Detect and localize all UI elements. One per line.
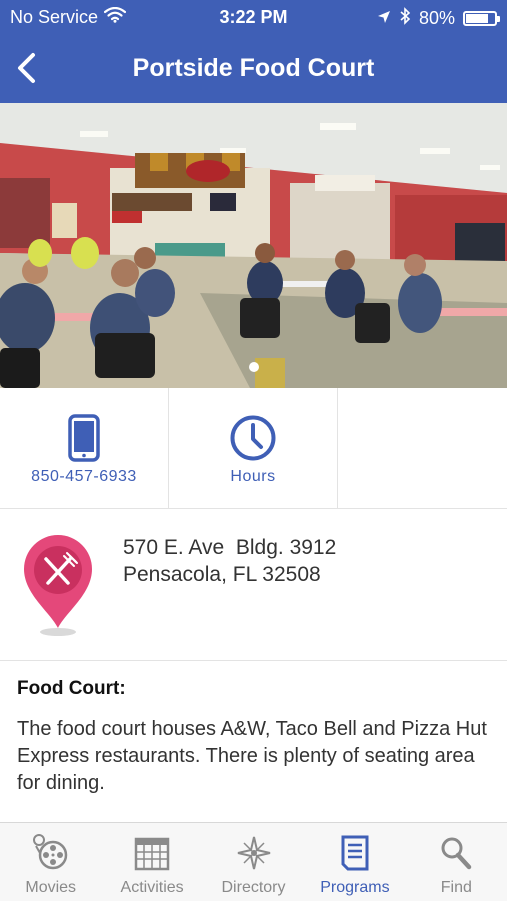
hours-label: Hours <box>230 468 276 485</box>
nav-bar: Portside Food Court <box>0 36 507 103</box>
document-icon <box>304 833 405 873</box>
tab-bar: Movies Activities Directory Programs Fin… <box>0 822 507 901</box>
chevron-left-icon <box>18 53 35 83</box>
address-line2: Pensacola, FL 32508 <box>123 563 321 586</box>
film-reel-icon <box>0 833 101 873</box>
bluetooth-icon <box>399 7 411 30</box>
compass-icon <box>203 833 304 873</box>
address-text: 570 E. Ave Bldg. 3912 Pensacola, FL 3250… <box>123 534 336 588</box>
food-court-photo <box>0 103 507 388</box>
header: No Service 3:22 PM 80% Portside Food Cou… <box>0 0 507 103</box>
call-button[interactable]: 850-457-6933 <box>0 388 169 508</box>
tab-programs-label: Programs <box>320 879 390 896</box>
map-pin-fork-knife-icon <box>20 532 96 647</box>
address-section[interactable]: 570 E. Ave Bldg. 3912 Pensacola, FL 3250… <box>0 508 507 661</box>
address-line1: 570 E. Ave Bldg. 3912 <box>123 536 337 559</box>
calendar-icon <box>101 833 202 873</box>
tab-movies-label: Movies <box>25 879 77 896</box>
description-body: The food court houses A&W, Taco Bell and… <box>17 718 487 794</box>
status-bar: No Service 3:22 PM 80% <box>0 0 507 36</box>
battery-percent: 80% <box>418 8 455 28</box>
hours-button[interactable]: Hours <box>169 388 338 508</box>
empty-action-slot <box>338 388 507 508</box>
back-button[interactable] <box>8 48 48 88</box>
tab-find-label: Find <box>440 879 472 896</box>
phone-number-label: 850-457-6933 <box>31 468 137 485</box>
tab-directory-label: Directory <box>221 879 286 896</box>
description-title: Food Court: <box>17 678 126 699</box>
location-icon <box>377 8 391 29</box>
battery-fill <box>466 14 489 23</box>
page-indicator-dot <box>249 362 259 372</box>
action-row: 850-457-6933 Hours <box>0 388 507 509</box>
page-title: Portside Food Court <box>132 54 375 82</box>
photo-gallery[interactable] <box>0 103 507 388</box>
tab-movies[interactable]: Movies <box>0 823 101 901</box>
tab-activities-label: Activities <box>120 879 184 896</box>
status-right: 80% <box>377 7 500 30</box>
tab-find[interactable]: Find <box>406 823 507 901</box>
search-icon <box>406 833 507 873</box>
clock-icon <box>169 414 337 462</box>
tab-activities[interactable]: Activities <box>101 823 202 901</box>
tab-programs[interactable]: Programs <box>304 823 405 901</box>
phone-icon <box>0 414 168 462</box>
battery-icon <box>463 11 500 26</box>
tab-directory[interactable]: Directory <box>203 823 304 901</box>
